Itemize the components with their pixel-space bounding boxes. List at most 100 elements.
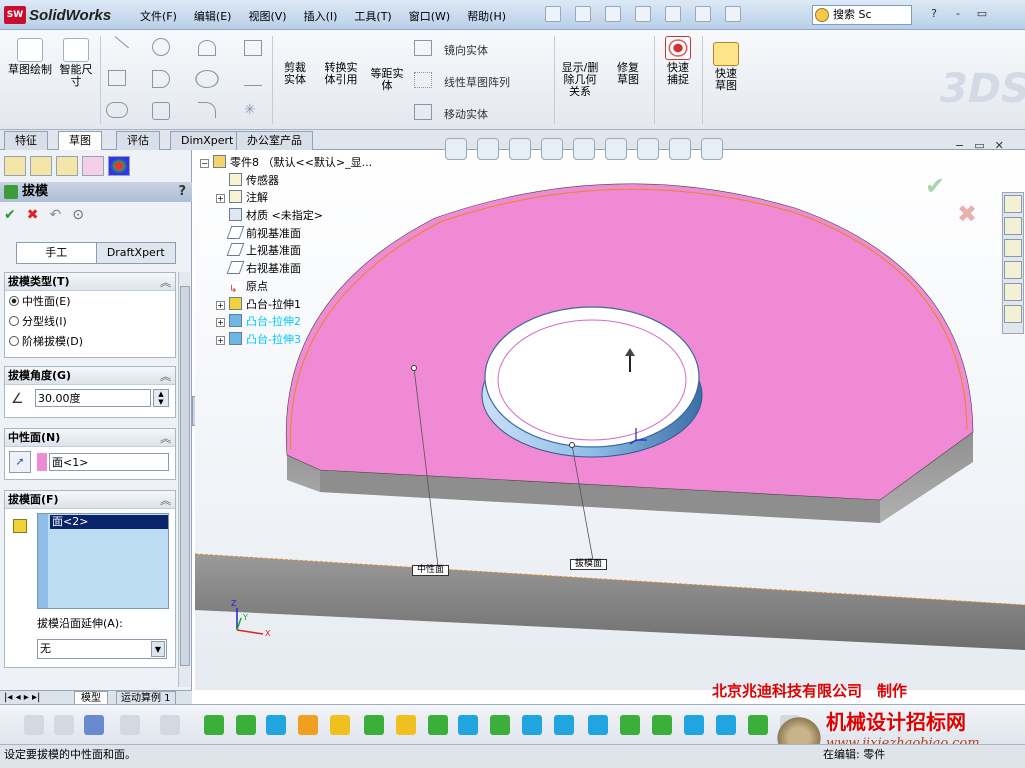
reverse-direction-icon[interactable]: ➚ [9,451,31,473]
filter-surface-finish-icon[interactable] [620,715,640,735]
panel-scrollbar[interactable] [178,272,190,687]
menu-view[interactable]: 视图(V) [248,8,286,24]
filter-surfaces-icon[interactable] [298,715,318,735]
draft-face-callout[interactable]: 拔模面 [570,559,608,570]
filter-solids-icon[interactable] [330,715,350,735]
display-style-icon[interactable] [605,138,627,160]
tree-item-material[interactable]: 材质 <未指定> [200,207,372,225]
filter-dimensions-icon[interactable] [588,715,608,735]
neutral-face-callout[interactable]: 中性面 [412,565,450,576]
draft-angle-header[interactable]: 拔模角度(G) ︽ [5,367,175,385]
appearances-icon[interactable] [1004,283,1022,301]
parting-line-radio[interactable]: 分型线(I) [9,315,67,329]
undo-icon[interactable]: ↶ [49,207,61,223]
tab-office-products[interactable]: 办公室产品 [236,131,313,150]
property-manager-icon[interactable] [30,156,52,176]
filter-edges-icon[interactable] [236,715,256,735]
undo-icon[interactable] [665,6,681,22]
scrollbar-thumb[interactable] [180,286,190,666]
move-entities-label[interactable]: 移动实体 [444,106,488,122]
tree-item-extrude-3[interactable]: + 凸台-拉伸3 [200,331,372,349]
list-item[interactable]: 面<2> [50,515,168,529]
repair-sketch-button[interactable]: 修复草图 [606,36,650,86]
chevron-down-icon[interactable]: ▼ [151,641,165,657]
offset-entities-button[interactable]: 等距实体 [366,42,408,92]
feature-manager-icon[interactable] [4,156,26,176]
circle-icon[interactable] [152,38,170,56]
filter-centerline-icon[interactable] [554,715,574,735]
tab-sketch[interactable]: 草图 [58,131,102,150]
zoom-to-area-icon[interactable] [477,138,499,160]
section-view-icon[interactable] [541,138,563,160]
help-button[interactable]: ? [924,6,944,22]
mirror-entities-label[interactable]: 镜向实体 [444,42,488,58]
design-library-icon[interactable] [1004,217,1022,235]
apply-scene-icon[interactable] [701,138,723,160]
file-explorer-icon[interactable] [1004,239,1022,257]
tree-item-top-plane[interactable]: 上视基准面 [200,242,372,260]
confirm-cancel-icon[interactable]: ✖ [957,200,977,228]
trim-entities-button[interactable]: 剪裁实体 [274,36,316,86]
view-orientation-icon[interactable] [573,138,595,160]
step-draft-radio[interactable]: 阶梯拔模(D) [9,335,83,349]
linear-pattern-label[interactable]: 线性草图阵列 [444,74,510,90]
display-manager-icon[interactable] [108,156,130,176]
filter-geometric-tolerance-icon[interactable] [652,715,672,735]
scroll-arrows[interactable]: |◂ ◂ ▸ ▸| [4,691,40,704]
line-icon[interactable] [104,36,130,60]
fillet-icon[interactable] [198,102,216,118]
select-icon[interactable] [120,715,140,735]
polygon-icon[interactable] [152,102,170,120]
neutral-plane-header[interactable]: 中性面(N) ︽ [5,429,175,447]
sketch-button[interactable]: 草图绘制 [8,38,52,76]
tree-item-front-plane[interactable]: 前视基准面 [200,225,372,243]
zoom-to-fit-icon[interactable] [445,138,467,160]
angle-spinner[interactable]: ▲ ▼ [153,389,169,407]
rectangle-icon[interactable] [108,70,126,86]
quick-snaps-button[interactable]: 快速捕捉 [656,36,700,86]
filter-midpoints-icon[interactable] [490,715,510,735]
collapse-icon[interactable]: ︽ [160,492,171,510]
collapse-icon[interactable]: ︽ [160,368,171,386]
rebuild-icon[interactable] [695,6,711,22]
menu-tools[interactable]: 工具(T) [354,8,391,24]
confirm-ok-icon[interactable]: ✔ [925,172,945,200]
new-file-icon[interactable] [545,6,561,22]
filter-datum-icon[interactable] [716,715,736,735]
tab-evaluate[interactable]: 评估 [116,131,160,150]
viewport-close-button[interactable]: ✕ [995,139,1004,152]
viewport-restore-button[interactable]: ▭ [974,139,984,152]
draft-faces-list[interactable]: 面<2> [37,513,169,609]
draft-angle-input[interactable]: 30.00度 [35,389,151,407]
spline-icon[interactable] [198,40,216,56]
tree-item-extrude-1[interactable]: + 凸台-拉伸1 [200,296,372,314]
filter-sketch-segments-icon[interactable] [458,715,478,735]
expand-toggle[interactable]: + [216,318,225,328]
tab-dimxpert[interactable]: DimXpert [170,131,245,150]
restore-button[interactable]: ▭ [972,6,992,22]
filter-weld-icon[interactable] [748,715,768,735]
neutral-plane-radio[interactable]: 中性面(E) [9,295,71,309]
hide-show-items-icon[interactable] [637,138,659,160]
filter-planes-icon[interactable] [396,715,416,735]
menu-window[interactable]: 窗口(W) [409,8,450,24]
tree-item-annotations[interactable]: + 注解 [200,189,372,207]
filter-vertices-icon[interactable] [204,715,224,735]
tree-item-sensors[interactable]: 传感器 [200,172,372,190]
detailed-preview-icon[interactable]: ⊙ [72,207,84,223]
filter-icon[interactable] [54,715,74,735]
configuration-manager-icon[interactable] [56,156,78,176]
filter-icon[interactable] [24,715,44,735]
display-relations-button[interactable]: 显示/删除几何关系 [558,36,602,98]
minimize-button[interactable]: - [948,6,968,22]
smart-dimension-button[interactable]: 智能尺寸 [56,38,96,88]
plane-icon[interactable] [244,40,262,56]
draftxpert-tab[interactable]: DraftXpert [97,243,176,263]
collapse-icon[interactable]: ︽ [160,430,171,448]
manual-tab[interactable]: 手工 [17,243,97,263]
menu-help[interactable]: 帮助(H) [467,8,506,24]
rapid-sketch-button[interactable]: 快速草图 [704,42,748,92]
collapse-icon[interactable]: ︽ [160,274,171,292]
dimxpert-manager-icon[interactable] [82,156,104,176]
expand-toggle[interactable]: + [216,194,225,204]
